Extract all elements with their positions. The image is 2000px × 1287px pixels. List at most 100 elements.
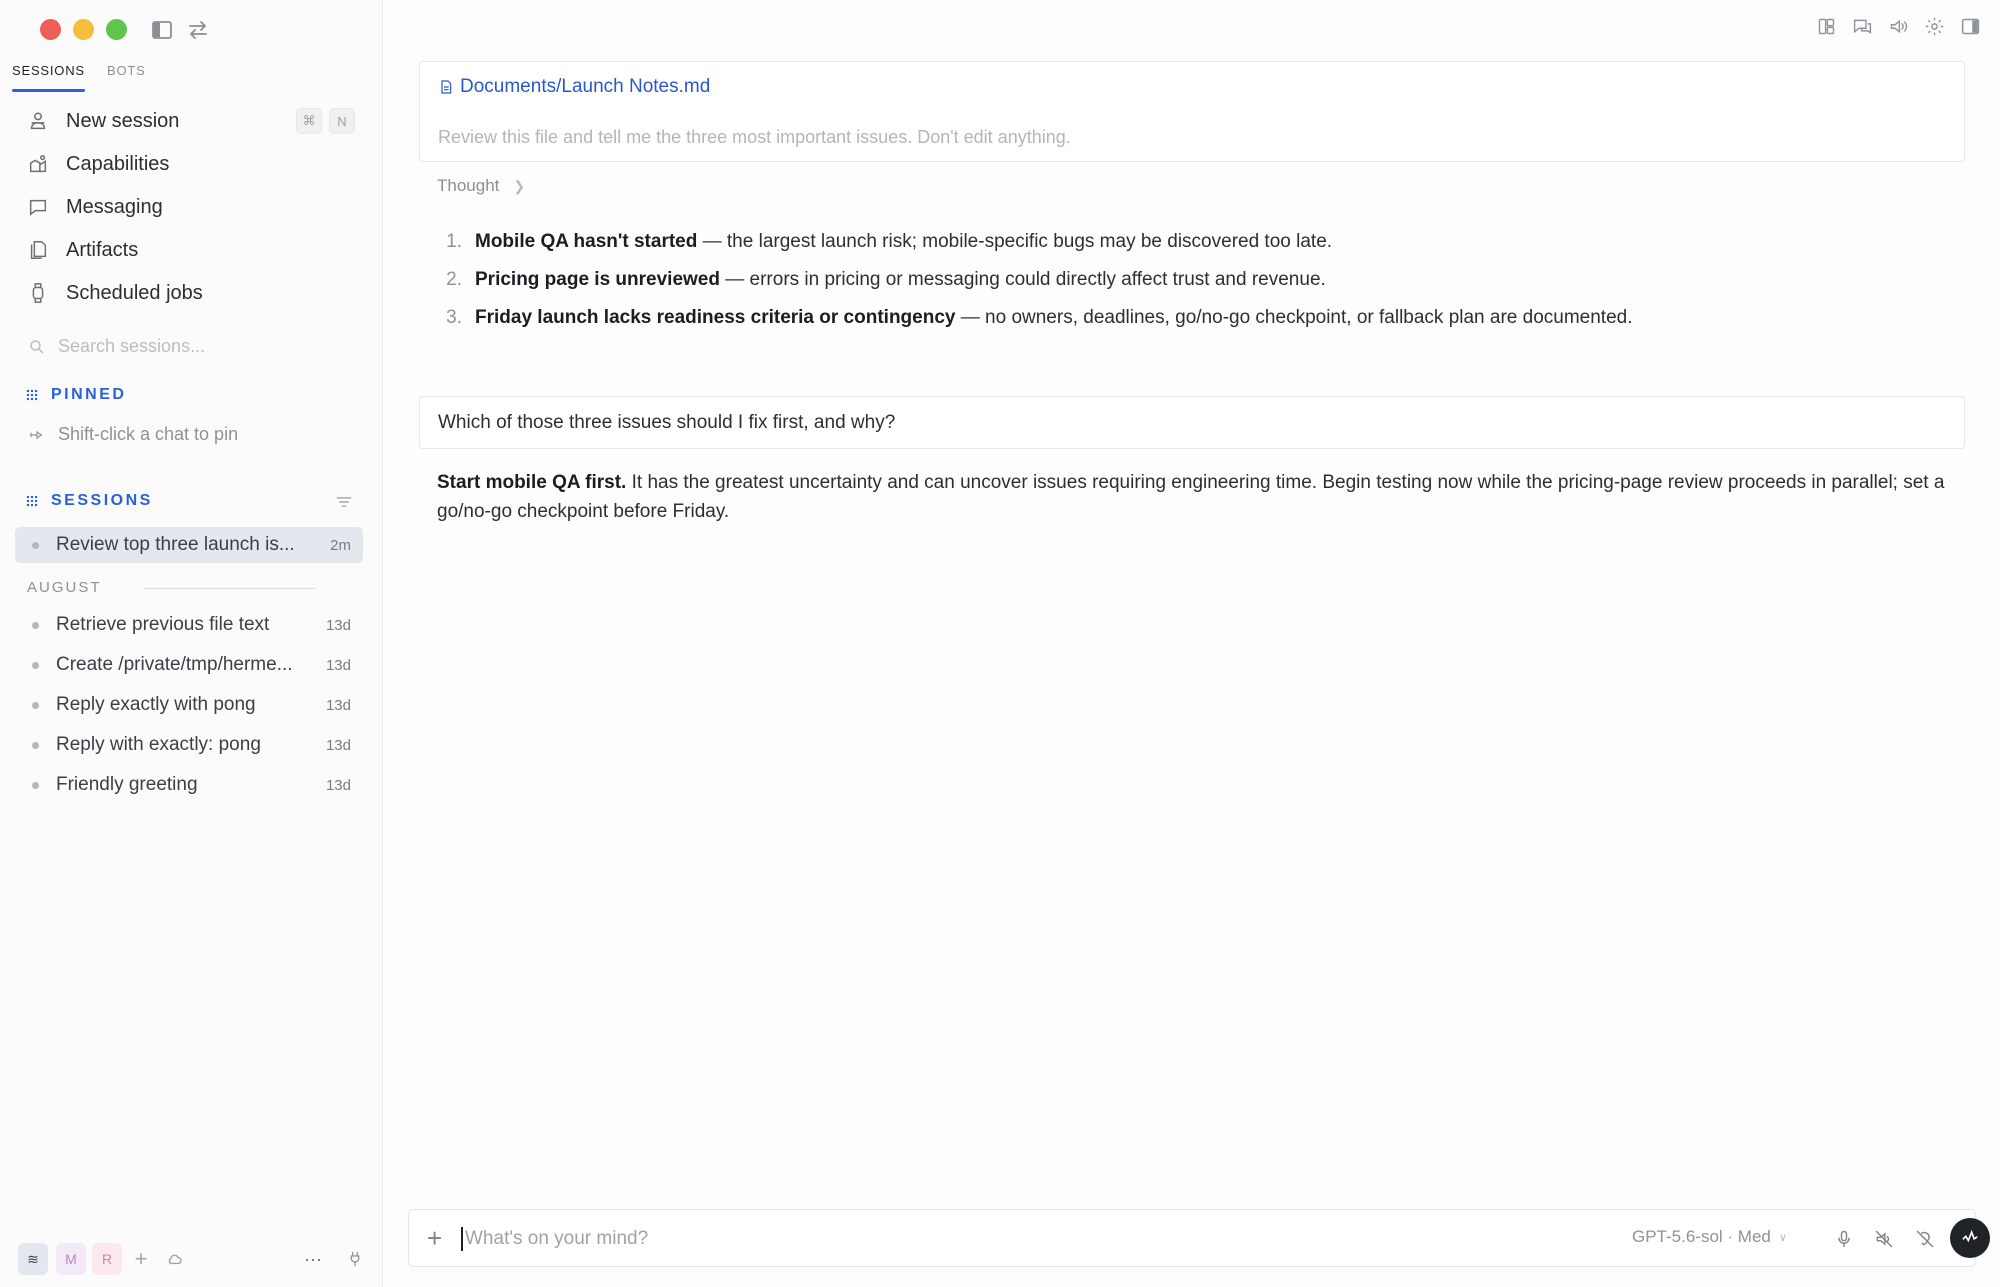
nav-scheduled-jobs[interactable]: Scheduled jobs [26, 277, 203, 309]
gear-icon[interactable] [1922, 14, 1946, 38]
message-input[interactable] [465, 1220, 1265, 1258]
workspace-main-button[interactable]: ≋ [18, 1243, 48, 1275]
voice-off-icon[interactable] [1912, 1226, 1938, 1252]
grid-dots-icon [26, 388, 39, 402]
session-item[interactable]: Friendly greeting 13d [15, 767, 363, 803]
microphone-icon[interactable] [1831, 1226, 1857, 1252]
session-age: 13d [325, 736, 351, 754]
messages-icon[interactable] [1850, 14, 1874, 38]
search-placeholder: Search sessions... [58, 336, 206, 356]
voice-send-button[interactable] [1950, 1218, 1990, 1258]
list-number: 1. [446, 231, 462, 252]
nav-artifacts[interactable]: Artifacts [26, 234, 138, 266]
session-item-active[interactable]: Review top three launch is... 2m [15, 527, 363, 563]
session-item[interactable]: Reply exactly with pong 13d [15, 687, 363, 723]
more-options-button[interactable]: ··· [298, 1243, 328, 1275]
list-item: 2. Pricing page is unreviewed — errors i… [437, 266, 1957, 304]
user-message-file: Documents/Launch Notes.md Review this fi… [419, 61, 1965, 162]
list-item: 3. Friday launch lacks readiness criteri… [437, 304, 1957, 342]
speaker-muted-icon[interactable] [1871, 1226, 1897, 1252]
nav-label: New session [66, 109, 180, 132]
nav-label: Artifacts [66, 238, 139, 261]
pinned-heading: PINNED [26, 386, 126, 404]
sidebar: SESSIONS BOTS New session ⌘ N Capabiliti… [0, 0, 383, 1287]
user-question: Which of those three issues should I fix… [419, 396, 1965, 449]
model-selector[interactable]: GPT-5.6-sol · Med ∨ [1632, 1227, 1787, 1247]
add-workspace-button[interactable]: + [126, 1243, 156, 1275]
cloud-status-icon[interactable] [160, 1243, 190, 1275]
zoom-window-button[interactable] [106, 19, 127, 40]
session-item[interactable]: Reply with exactly: pong 13d [15, 727, 363, 763]
session-age: 13d [325, 696, 351, 714]
chevron-down-icon: ∨ [1778, 1231, 1787, 1244]
documents-icon [26, 238, 50, 262]
minimize-window-button[interactable] [73, 19, 94, 40]
close-window-button[interactable] [40, 19, 61, 40]
search-icon [30, 339, 44, 354]
sessions-heading: SESSIONS [26, 492, 153, 510]
model-name: GPT-5.6-sol · Med [1632, 1227, 1771, 1246]
nav-label: Messaging [66, 195, 163, 218]
layout-icon[interactable] [1814, 14, 1838, 38]
session-dot [32, 701, 39, 709]
waveform-icon [1962, 1229, 1978, 1243]
session-item[interactable]: Retrieve previous file text 13d [15, 607, 363, 643]
filter-icon[interactable] [334, 492, 354, 512]
attach-plus-button[interactable]: + [427, 1225, 442, 1251]
swap-arrows-icon[interactable] [186, 18, 210, 42]
group-label-august: AUGUST [27, 579, 102, 596]
session-search[interactable]: Search sessions... [28, 336, 205, 357]
composer: + GPT-5.6-sol · Med ∨ [408, 1209, 1990, 1267]
session-title: Reply exactly with pong [56, 694, 256, 715]
nav-label: Scheduled jobs [66, 281, 203, 304]
speaker-icon[interactable] [1886, 14, 1910, 38]
file-attachment-link[interactable]: Documents/Launch Notes.md [438, 76, 710, 98]
session-item[interactable]: Create /private/tmp/herme... 13d [15, 647, 363, 683]
list-item-bold: Pricing page is unreviewed [475, 269, 720, 290]
window-controls [40, 19, 127, 40]
toolbar [1814, 14, 1982, 38]
list-item-bold: Friday launch lacks readiness criteria o… [475, 307, 956, 328]
pin-icon [30, 430, 43, 439]
sidebar-tabs: SESSIONS BOTS [0, 60, 383, 92]
new-session-icon [26, 109, 50, 133]
plug-icon[interactable] [340, 1243, 370, 1275]
grid-dots-icon [26, 494, 39, 508]
pin-hint: Shift-click a chat to pin [28, 424, 238, 445]
nav-new-session[interactable]: New session [26, 105, 179, 137]
list-number: 3. [446, 307, 462, 328]
shortcut-modifier-key: ⌘ [296, 108, 322, 134]
sidebar-toggle-icon[interactable] [150, 18, 174, 42]
workspace-m-button[interactable]: M [56, 1243, 86, 1275]
list-item-text: — the largest launch risk; mobile-specif… [697, 231, 1333, 252]
list-number: 2. [446, 269, 462, 290]
tab-sessions[interactable]: SESSIONS [12, 60, 85, 92]
list-item-text: — no owners, deadlines, go/no-go checkpo… [955, 307, 1633, 328]
session-age: 13d [325, 776, 351, 794]
session-title: Retrieve previous file text [56, 614, 270, 635]
session-age: 2m [330, 536, 351, 554]
nav-capabilities[interactable]: Capabilities [26, 148, 169, 180]
session-dot [32, 621, 39, 629]
file-path: Documents/Launch Notes.md [460, 76, 711, 97]
session-title: Friendly greeting [56, 774, 198, 795]
assistant-answer-list: 1. Mobile QA hasn't started — the larges… [437, 228, 1957, 342]
chevron-right-icon: ❯ [513, 177, 526, 194]
group-divider [143, 588, 315, 589]
session-age: 13d [325, 656, 351, 674]
thought-toggle[interactable]: Thought ❯ [437, 176, 525, 196]
capabilities-icon [26, 152, 50, 176]
session-dot [32, 661, 39, 669]
watch-icon [26, 281, 50, 305]
file-icon [441, 80, 452, 94]
thought-label: Thought [437, 176, 500, 195]
tab-bots[interactable]: BOTS [107, 60, 146, 92]
right-panel-icon[interactable] [1958, 14, 1982, 38]
session-title: Create /private/tmp/herme... [56, 654, 293, 675]
chat-bubble-icon [26, 195, 50, 219]
session-title: Review top three launch is... [56, 534, 295, 555]
workspace-r-button[interactable]: R [92, 1243, 122, 1275]
reply-bold: Start mobile QA first. [437, 472, 627, 493]
main-panel: Documents/Launch Notes.md Review this fi… [384, 0, 2000, 1287]
nav-messaging[interactable]: Messaging [26, 191, 163, 223]
